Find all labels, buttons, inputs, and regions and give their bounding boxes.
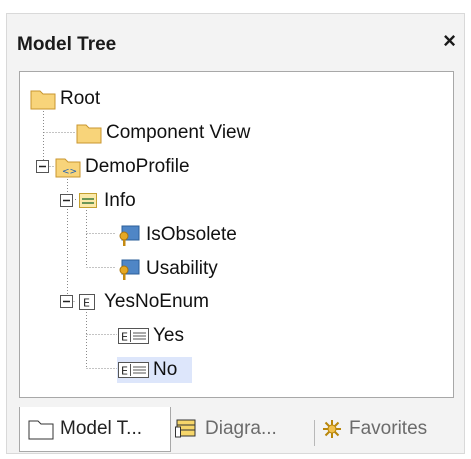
collapse-icon[interactable] xyxy=(60,295,74,309)
tree-label-yes: Yes xyxy=(153,325,184,346)
tree-label-is-obsolete: IsObsolete xyxy=(146,224,237,245)
tree-label-no: No xyxy=(153,359,178,380)
svg-text:E: E xyxy=(121,365,128,378)
tab-model-tree[interactable]: Model T... xyxy=(19,407,171,452)
tab-label-model-tree: Model T... xyxy=(60,418,143,439)
tab-diagram[interactable]: Diagra... xyxy=(173,407,307,451)
diagram-icon xyxy=(175,419,196,438)
panel-tabs: Model T... Diagra... Favorites xyxy=(7,407,464,453)
tree-label-root: Root xyxy=(60,88,101,109)
collapse-icon[interactable] xyxy=(60,194,74,208)
tab-label-diagram: Diagra... xyxy=(205,418,277,439)
stereotype-icon xyxy=(79,193,97,208)
folder-icon xyxy=(28,420,54,440)
svg-text:<>: <> xyxy=(62,167,77,177)
tab-favorites[interactable]: Favorites xyxy=(319,407,454,451)
model-tree-window: Model Tree × Root Component View <> Demo… xyxy=(6,13,465,454)
enumeration-icon: E xyxy=(79,294,95,310)
tab-separator xyxy=(314,420,315,446)
enumeration-literal-icon: E xyxy=(118,328,149,344)
property-key-icon xyxy=(119,259,140,280)
close-icon[interactable]: × xyxy=(443,30,456,52)
tree-label-yes-no-enum: YesNoEnum xyxy=(104,291,209,312)
model-tree[interactable]: Root Component View <> DemoProfile Info … xyxy=(19,71,454,398)
svg-text:E: E xyxy=(83,297,90,310)
tree-label-demo-profile: DemoProfile xyxy=(85,156,190,177)
svg-text:E: E xyxy=(121,331,128,344)
title-bar: Model Tree × xyxy=(7,14,464,66)
tree-label-usability: Usability xyxy=(146,258,218,279)
profile-package-icon: <> xyxy=(55,158,81,178)
panel-title: Model Tree xyxy=(17,34,117,55)
favorites-icon xyxy=(323,420,341,438)
property-key-icon xyxy=(119,225,140,246)
enumeration-literal-icon: E xyxy=(118,362,149,378)
folder-icon xyxy=(30,90,56,110)
tab-label-favorites: Favorites xyxy=(349,418,428,439)
tree-label-info: Info xyxy=(104,190,136,211)
folder-icon xyxy=(76,124,102,144)
tree-label-component-view: Component View xyxy=(106,122,251,143)
collapse-icon[interactable] xyxy=(36,160,50,174)
